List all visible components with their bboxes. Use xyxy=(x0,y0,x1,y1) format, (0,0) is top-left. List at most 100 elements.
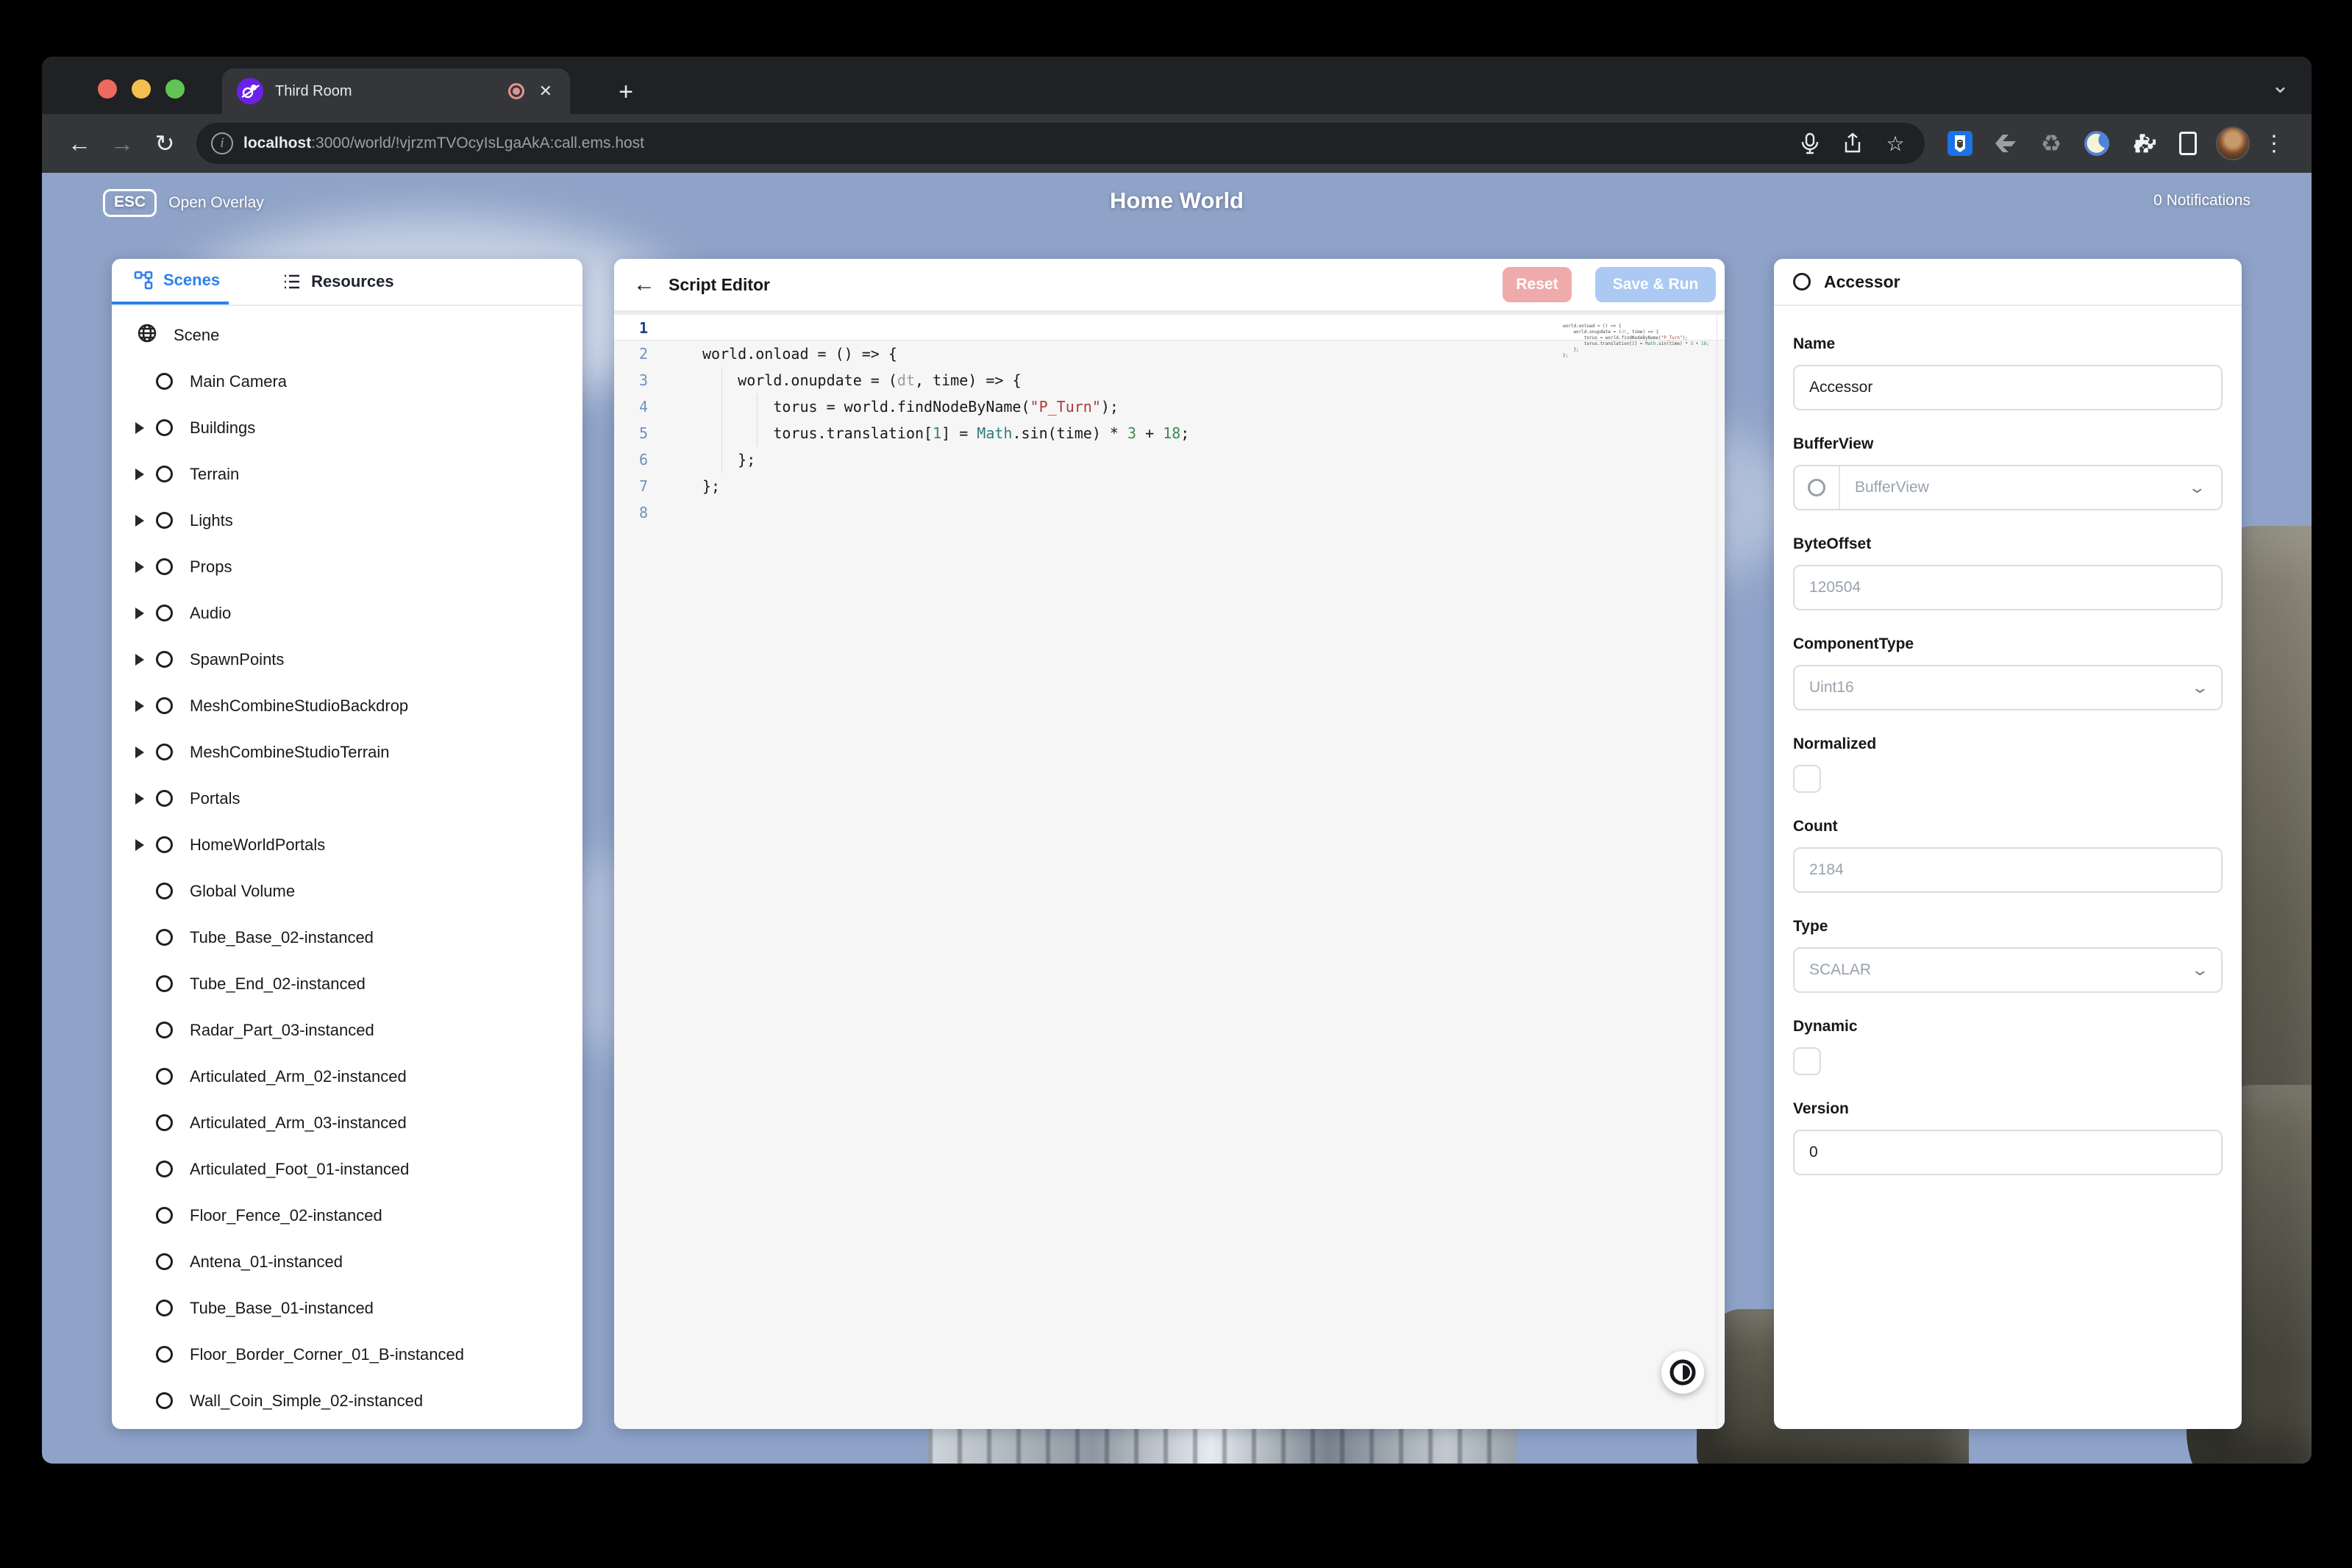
tree-item[interactable]: Terrain xyxy=(112,451,582,497)
sidebar-icon[interactable] xyxy=(2172,127,2204,160)
microphone-icon[interactable] xyxy=(1794,127,1826,160)
tree-item[interactable]: HomeWorldPortals xyxy=(112,822,582,868)
tree-item[interactable]: Lights xyxy=(112,497,582,544)
tree-item[interactable]: MeshCombineStudioBackdrop xyxy=(112,683,582,729)
tree-item[interactable]: Floor_Fence_02-instanced xyxy=(112,1192,582,1239)
profile-avatar[interactable] xyxy=(2216,126,2250,160)
expand-arrow-icon[interactable] xyxy=(135,422,144,434)
tree-item[interactable]: Articulated_Arm_03-instanced xyxy=(112,1100,582,1146)
normalized-checkbox[interactable] xyxy=(1793,765,1821,793)
type-select[interactable]: SCALAR⌄ xyxy=(1793,947,2223,993)
code-line[interactable]: 1 xyxy=(614,314,1725,341)
expand-arrow-icon[interactable] xyxy=(135,561,144,573)
dev-arrow-icon[interactable] xyxy=(1989,127,2022,160)
share-icon[interactable] xyxy=(1836,127,1869,160)
field-label: Version xyxy=(1793,1100,2223,1118)
tree-item[interactable]: Floor_Border_Corner_01_B-instanced xyxy=(112,1331,582,1378)
tree-item[interactable]: SpawnPoints xyxy=(112,636,582,683)
count-input[interactable]: 2184 xyxy=(1793,847,2223,893)
tree-item-label: Antena_01-instanced xyxy=(190,1252,343,1272)
back-button[interactable]: ← xyxy=(61,125,98,162)
hud-bar: ESC Open Overlay Home World 0 Notificati… xyxy=(42,173,2312,239)
site-info-icon[interactable]: i xyxy=(211,132,233,154)
bookmark-star-icon[interactable]: ☆ xyxy=(1879,127,1911,160)
tree-item[interactable]: Radar_Part_03-instanced xyxy=(112,1007,582,1053)
name-input[interactable]: Accessor xyxy=(1793,365,2223,410)
byteoffset-input[interactable]: 120504 xyxy=(1793,565,2223,610)
tree-item[interactable]: Tube_Base_02-instanced xyxy=(112,914,582,961)
tree-item-label: Floor_Fence_02-instanced xyxy=(190,1206,382,1225)
expand-arrow-icon[interactable] xyxy=(135,607,144,619)
code-line[interactable]: 7}; xyxy=(614,473,1725,499)
code-editor[interactable]: 12world.onload = () => {3 world.onupdate… xyxy=(614,310,1725,1429)
tree-item[interactable]: Global Volume xyxy=(112,868,582,914)
night-mode-icon[interactable] xyxy=(2081,127,2113,160)
tree-item[interactable]: Tube_Base_01-instanced xyxy=(112,1285,582,1331)
code-line[interactable]: 6 }; xyxy=(614,446,1725,473)
script-editor-panel: ← Script Editor Reset Save & Run 12world… xyxy=(614,259,1725,1429)
tab-search-chevron-icon[interactable]: ⌄ xyxy=(2271,73,2289,99)
expand-arrow-icon[interactable] xyxy=(135,468,144,480)
tree-item[interactable]: Audio xyxy=(112,590,582,636)
code-line[interactable]: 4 torus = world.findNodeByName("P_Turn")… xyxy=(614,393,1725,420)
tab-close-icon[interactable]: ✕ xyxy=(536,80,555,102)
expand-arrow-icon[interactable] xyxy=(135,793,144,805)
tree-item[interactable]: Articulated_Foot_01-instanced xyxy=(112,1146,582,1192)
tree-item-label: Tube_End_02-instanced xyxy=(190,974,366,994)
code-minimap[interactable]: world.onload = () => { world.onupdate = … xyxy=(1563,318,1688,365)
tree-item[interactable]: MeshCombineStudioTerrain xyxy=(112,729,582,775)
reset-button[interactable]: Reset xyxy=(1503,267,1572,302)
dynamic-checkbox[interactable] xyxy=(1793,1047,1821,1075)
world-title: Home World xyxy=(42,188,2312,214)
tree-item[interactable]: Props xyxy=(112,544,582,590)
minimize-window-button[interactable] xyxy=(132,79,151,99)
bufferview-reference-select[interactable]: BufferView⌄ xyxy=(1793,465,2223,510)
tree-item-scene-root[interactable]: Scene xyxy=(112,312,582,358)
save-and-run-button[interactable]: Save & Run xyxy=(1595,267,1716,302)
theme-toggle-button[interactable] xyxy=(1661,1351,1704,1394)
fullscreen-window-button[interactable] xyxy=(165,79,185,99)
expand-arrow-icon[interactable] xyxy=(135,654,144,666)
tree-item[interactable]: Tube_End_02-instanced xyxy=(112,961,582,1007)
browser-menu-icon[interactable]: ⋮ xyxy=(2256,131,2292,157)
version-input[interactable]: 0 xyxy=(1793,1130,2223,1175)
reload-button[interactable]: ↻ xyxy=(146,125,183,162)
code-lines[interactable]: 12world.onload = () => {3 world.onupdate… xyxy=(614,310,1725,526)
tree-item[interactable]: Wall_Coin_Simple_02-instanced xyxy=(112,1378,582,1424)
tree-item[interactable]: Antena_01-instanced xyxy=(112,1239,582,1285)
new-tab-button[interactable]: + xyxy=(608,74,644,110)
componenttype-select[interactable]: Uint16⌄ xyxy=(1793,665,2223,710)
node-ring-icon xyxy=(156,1068,173,1085)
node-ring-icon xyxy=(156,1300,173,1316)
node-ring-icon xyxy=(156,975,173,992)
code-line[interactable]: 3 world.onupdate = (dt, time) => { xyxy=(614,367,1725,393)
tree-item[interactable]: Main Camera xyxy=(112,358,582,405)
expand-arrow-icon[interactable] xyxy=(135,746,144,758)
code-line[interactable]: 8 xyxy=(614,499,1725,526)
puzzle-icon[interactable] xyxy=(2126,127,2159,160)
back-icon[interactable]: ← xyxy=(633,272,655,297)
code-line[interactable]: 5 torus.translation[1] = Math.sin(time) … xyxy=(614,420,1725,446)
tree-item[interactable]: Portals xyxy=(112,775,582,822)
expand-arrow-icon[interactable] xyxy=(135,839,144,851)
tree-item-label: Floor_Border_Corner_01_B-instanced xyxy=(190,1345,464,1364)
close-window-button[interactable] xyxy=(98,79,117,99)
chevron-down-icon: ⌄ xyxy=(2190,678,2209,697)
tree-item-label: Articulated_Arm_02-instanced xyxy=(190,1067,407,1086)
password-manager-icon[interactable] xyxy=(1944,127,1976,160)
browser-tab-third-room[interactable]: Third Room ✕ xyxy=(222,68,570,114)
tab-strip: Third Room ✕ + ⌄ xyxy=(42,57,2312,114)
recycle-icon[interactable]: ♻ xyxy=(2035,127,2067,160)
tab-resources[interactable]: Resources xyxy=(260,259,403,304)
forward-button[interactable]: → xyxy=(104,125,140,162)
tree-item[interactable]: Articulated_Arm_02-instanced xyxy=(112,1053,582,1100)
address-bar[interactable]: i localhost:3000/world/!vjrzmTVOcyIsLgaA… xyxy=(196,123,1925,164)
expand-arrow-icon[interactable] xyxy=(135,700,144,712)
url-text[interactable]: localhost:3000/world/!vjrzmTVOcyIsLgaAkA… xyxy=(243,135,1783,152)
code-line[interactable]: 2world.onload = () => { xyxy=(614,341,1725,367)
tab-scenes[interactable]: Scenes xyxy=(112,259,229,304)
expand-arrow-icon[interactable] xyxy=(135,515,144,527)
tree-item[interactable]: Buildings xyxy=(112,405,582,451)
world-viewport[interactable]: ESC Open Overlay Home World 0 Notificati… xyxy=(42,173,2312,1464)
node-ring-icon xyxy=(156,929,173,946)
